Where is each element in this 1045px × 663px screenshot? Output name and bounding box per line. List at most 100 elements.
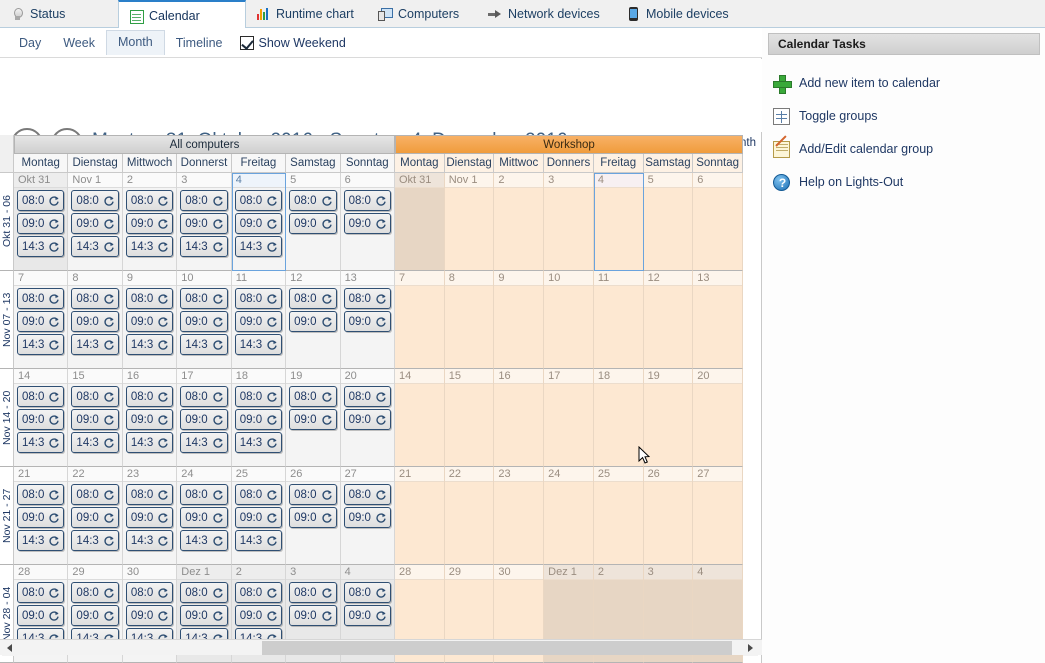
show-weekend-toggle[interactable]: Show Weekend bbox=[239, 35, 346, 50]
calendar-event[interactable]: 09:0 bbox=[180, 213, 228, 234]
calendar-event[interactable]: 08:0 bbox=[180, 386, 228, 407]
day-cell[interactable]: 12 08:0 09:0 bbox=[286, 271, 341, 369]
day-cell[interactable]: 18 08:0 09:0 14:3 bbox=[231, 369, 287, 467]
day-cell[interactable]: 25 08:0 09:0 14:3 bbox=[231, 467, 287, 565]
calendar-event[interactable]: 08:0 bbox=[17, 190, 65, 211]
calendar-event[interactable]: 09:0 bbox=[289, 507, 337, 528]
calendar-event[interactable]: 09:0 bbox=[234, 213, 283, 234]
day-cell[interactable]: 18 bbox=[593, 369, 644, 467]
sidebar-task-add-new-item-to-calendar[interactable]: Add new item to calendar bbox=[773, 72, 1039, 94]
calendar-event[interactable]: 08:0 bbox=[17, 484, 65, 505]
calendar-event[interactable]: 09:0 bbox=[343, 409, 391, 430]
day-cell[interactable]: 20 bbox=[693, 369, 743, 467]
calendar-event[interactable]: 09:0 bbox=[125, 605, 174, 626]
calendar-event[interactable]: 09:0 bbox=[289, 409, 337, 430]
calendar-event[interactable]: 08:0 bbox=[71, 386, 119, 407]
view-button-week[interactable]: Week bbox=[52, 31, 106, 55]
day-cell[interactable]: 15 bbox=[444, 369, 495, 467]
day-cell[interactable]: 19 bbox=[643, 369, 694, 467]
calendar-event[interactable]: 09:0 bbox=[17, 507, 65, 528]
calendar-event[interactable]: 09:0 bbox=[180, 605, 228, 626]
day-cell[interactable]: 11 08:0 09:0 14:3 bbox=[231, 271, 287, 369]
day-cell[interactable]: 8 08:0 09:0 14:3 bbox=[68, 271, 123, 369]
calendar-event[interactable]: 09:0 bbox=[125, 507, 174, 528]
day-cell[interactable]: 26 08:0 09:0 bbox=[286, 467, 341, 565]
day-cell[interactable]: 13 bbox=[693, 271, 743, 369]
day-cell[interactable]: 3 bbox=[544, 173, 594, 271]
day-cell[interactable]: 9 08:0 09:0 14:3 bbox=[122, 271, 178, 369]
view-button-day[interactable]: Day bbox=[8, 31, 52, 55]
day-cell[interactable]: 19 08:0 09:0 bbox=[286, 369, 341, 467]
calendar-event[interactable]: 08:0 bbox=[180, 484, 228, 505]
day-cell[interactable]: 23 bbox=[494, 467, 545, 565]
calendar-event[interactable]: 09:0 bbox=[343, 213, 391, 234]
view-button-month[interactable]: Month bbox=[105, 30, 165, 55]
calendar-event[interactable]: 14:3 bbox=[180, 236, 228, 257]
calendar-event[interactable]: 08:0 bbox=[17, 288, 65, 309]
calendar-event[interactable]: 09:0 bbox=[343, 311, 391, 332]
group-header-workshop[interactable]: Workshop bbox=[395, 135, 743, 154]
tab-network-devices[interactable]: Network devices bbox=[478, 0, 616, 28]
calendar-event[interactable]: 08:0 bbox=[234, 190, 283, 211]
day-cell[interactable]: 22 08:0 09:0 14:3 bbox=[68, 467, 123, 565]
day-cell[interactable]: 6 08:0 09:0 bbox=[340, 173, 395, 271]
day-cell[interactable]: 24 08:0 09:0 14:3 bbox=[177, 467, 232, 565]
scroll-right-button[interactable] bbox=[743, 640, 758, 656]
calendar-event[interactable]: 08:0 bbox=[125, 190, 174, 211]
calendar-event[interactable]: 09:0 bbox=[289, 605, 337, 626]
day-cell[interactable]: Nov 1 bbox=[444, 173, 495, 271]
sidebar-task-toggle-groups[interactable]: Toggle groups bbox=[773, 105, 1039, 127]
calendar-event[interactable]: 09:0 bbox=[343, 605, 391, 626]
scroll-left-button[interactable] bbox=[2, 640, 17, 656]
calendar-event[interactable]: 14:3 bbox=[125, 236, 174, 257]
day-cell[interactable]: 9 bbox=[494, 271, 545, 369]
calendar-event[interactable]: 14:3 bbox=[180, 432, 228, 453]
view-button-timeline[interactable]: Timeline bbox=[165, 31, 234, 55]
day-cell[interactable]: 7 bbox=[395, 271, 445, 369]
calendar-event[interactable]: 14:3 bbox=[71, 334, 119, 355]
calendar-event[interactable]: 09:0 bbox=[71, 605, 119, 626]
day-cell[interactable]: Okt 31 bbox=[395, 173, 445, 271]
day-cell[interactable]: 5 bbox=[643, 173, 694, 271]
day-cell[interactable]: 14 bbox=[395, 369, 445, 467]
calendar-event[interactable]: 08:0 bbox=[289, 582, 337, 603]
horizontal-scrollbar[interactable] bbox=[0, 639, 762, 656]
day-cell[interactable]: 26 bbox=[643, 467, 694, 565]
calendar-event[interactable]: 14:3 bbox=[71, 530, 119, 551]
calendar-event[interactable]: 08:0 bbox=[234, 582, 283, 603]
calendar-event[interactable]: 09:0 bbox=[17, 605, 65, 626]
calendar-event[interactable]: 09:0 bbox=[289, 311, 337, 332]
calendar-event[interactable]: 09:0 bbox=[234, 409, 283, 430]
calendar-event[interactable]: 09:0 bbox=[180, 409, 228, 430]
calendar-event[interactable]: 14:3 bbox=[17, 432, 65, 453]
calendar-event[interactable]: 14:3 bbox=[17, 236, 65, 257]
calendar-event[interactable]: 09:0 bbox=[17, 213, 65, 234]
calendar-event[interactable]: 08:0 bbox=[343, 386, 391, 407]
day-cell[interactable]: 15 08:0 09:0 14:3 bbox=[68, 369, 123, 467]
calendar-event[interactable]: 09:0 bbox=[71, 213, 119, 234]
calendar-event[interactable]: 14:3 bbox=[180, 334, 228, 355]
calendar-event[interactable]: 08:0 bbox=[343, 582, 391, 603]
day-cell[interactable]: 16 08:0 09:0 14:3 bbox=[122, 369, 178, 467]
calendar-event[interactable]: 09:0 bbox=[180, 507, 228, 528]
tab-computers[interactable]: Computers bbox=[368, 0, 478, 28]
day-cell[interactable]: 2 08:0 09:0 14:3 bbox=[122, 173, 178, 271]
day-cell[interactable]: 3 08:0 09:0 14:3 bbox=[177, 173, 232, 271]
day-cell[interactable]: 24 bbox=[544, 467, 594, 565]
calendar-event[interactable]: 09:0 bbox=[234, 311, 283, 332]
day-cell[interactable]: 27 08:0 09:0 bbox=[340, 467, 395, 565]
calendar-event[interactable]: 14:3 bbox=[71, 236, 119, 257]
calendar-event[interactable]: 08:0 bbox=[125, 386, 174, 407]
calendar-event[interactable]: 08:0 bbox=[125, 484, 174, 505]
day-cell[interactable]: 20 08:0 09:0 bbox=[340, 369, 395, 467]
day-cell[interactable]: 17 bbox=[544, 369, 594, 467]
calendar-event[interactable]: 08:0 bbox=[234, 386, 283, 407]
calendar-event[interactable]: 08:0 bbox=[343, 484, 391, 505]
calendar-event[interactable]: 14:3 bbox=[234, 334, 283, 355]
day-cell[interactable]: 4 08:0 09:0 14:3 bbox=[231, 173, 287, 271]
calendar-event[interactable]: 08:0 bbox=[180, 288, 228, 309]
calendar-event[interactable]: 08:0 bbox=[125, 582, 174, 603]
day-cell[interactable]: 21 08:0 09:0 14:3 bbox=[14, 467, 69, 565]
calendar-event[interactable]: 09:0 bbox=[289, 213, 337, 234]
calendar-event[interactable]: 08:0 bbox=[71, 190, 119, 211]
